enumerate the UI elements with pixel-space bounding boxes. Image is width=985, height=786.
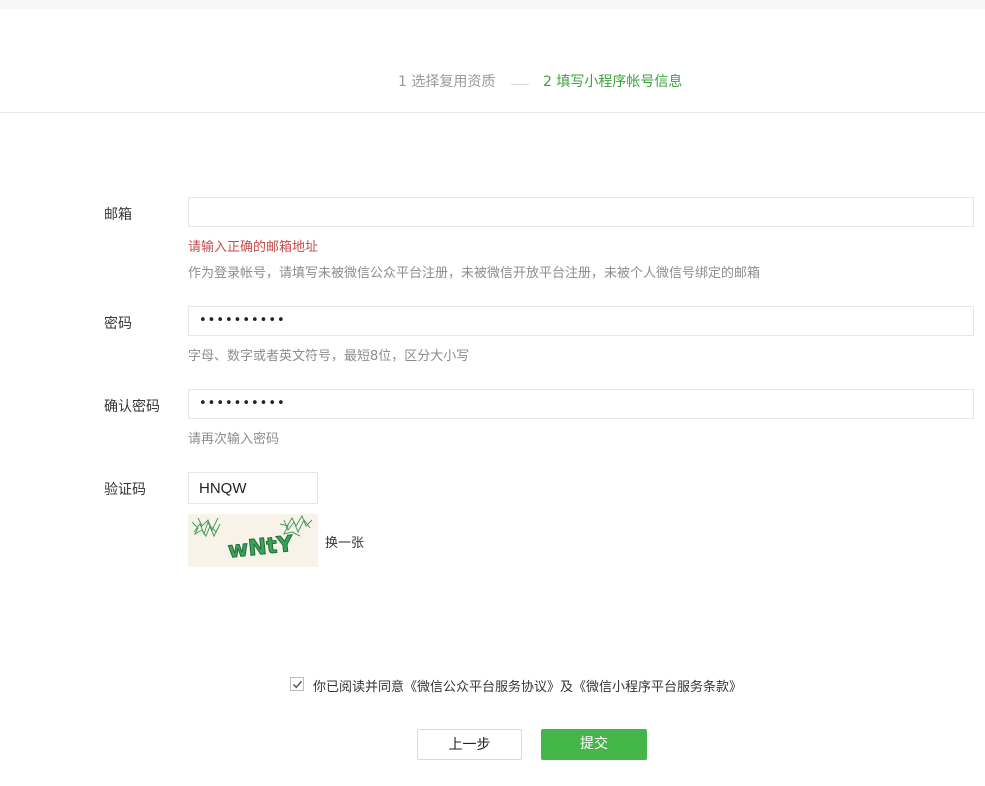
step-fill-account-info: 2 填写小程序帐号信息 <box>543 74 683 90</box>
password-field[interactable]: •••••••••• <box>188 306 974 336</box>
step-select-qualification: 1 选择复用资质 <box>398 74 496 90</box>
captcha-label: 验证码 <box>104 482 146 498</box>
captcha-field[interactable]: HNQW <box>188 472 318 504</box>
checkmark-icon <box>292 680 303 689</box>
agreement-checkbox[interactable] <box>290 677 304 691</box>
password-hint: 字母、数字或者英文符号，最短8位，区分大小写 <box>188 349 470 364</box>
captcha-field-value: HNQW <box>199 480 247 497</box>
confirm-password-label: 确认密码 <box>104 399 160 415</box>
step-indicator: 1 选择复用资质 2 填写小程序帐号信息 <box>0 9 985 113</box>
password-label: 密码 <box>104 316 132 332</box>
password-masked-value: •••••••••• <box>199 313 286 328</box>
previous-step-button[interactable]: 上一步 <box>417 729 522 760</box>
captcha-image[interactable]: wNtY <box>188 514 318 567</box>
confirm-password-field[interactable]: •••••••••• <box>188 389 974 419</box>
email-hint: 作为登录帐号，请填写未被微信公众平台注册，未被微信开放平台注册，未被个人微信号绑… <box>188 266 761 281</box>
refresh-captcha-link[interactable]: 换一张 <box>325 532 364 551</box>
email-error-message: 请输入正确的邮箱地址 <box>188 240 319 255</box>
submit-button[interactable]: 提交 <box>541 729 647 760</box>
step-separator <box>511 84 529 85</box>
agreement-text[interactable]: 你已阅读并同意《微信公众平台服务协议》及《微信小程序平台服务条款》 <box>313 676 742 695</box>
email-field[interactable] <box>188 197 974 227</box>
top-strip <box>0 0 985 9</box>
confirm-password-hint: 请再次输入密码 <box>188 432 280 447</box>
confirm-password-masked-value: •••••••••• <box>199 396 286 411</box>
email-label: 邮箱 <box>104 207 132 223</box>
